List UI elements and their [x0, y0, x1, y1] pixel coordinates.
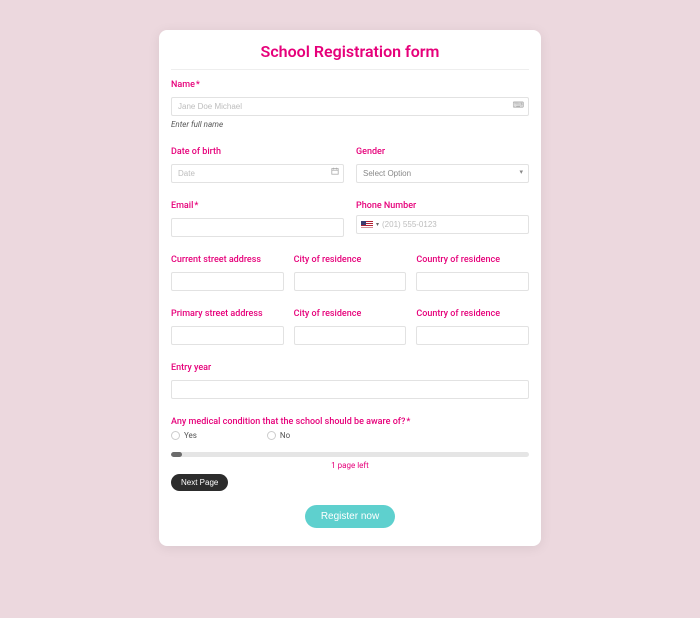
field-current-street: Current street address: [171, 255, 284, 291]
field-current-country: Country of residence: [416, 255, 529, 291]
current-city-label: City of residence: [294, 255, 407, 265]
email-label: Email*: [171, 201, 344, 211]
primary-country-input[interactable]: [416, 326, 529, 345]
primary-city-input[interactable]: [294, 326, 407, 345]
next-page-button[interactable]: Next Page: [171, 474, 228, 491]
dob-label: Date of birth: [171, 147, 344, 157]
field-primary-city: City of residence: [294, 309, 407, 345]
field-primary-street: Primary street address: [171, 309, 284, 345]
entry-year-input[interactable]: [171, 380, 529, 399]
field-current-city: City of residence: [294, 255, 407, 291]
required-marker: *: [406, 417, 410, 427]
current-country-input[interactable]: [416, 272, 529, 291]
field-phone: Phone Number ▾: [356, 201, 529, 237]
radio-yes-label: Yes: [184, 431, 197, 440]
radio-circle-icon: [171, 431, 180, 440]
medical-label-text: Any medical condition that the school sh…: [171, 417, 405, 427]
flag-us-icon[interactable]: [361, 221, 373, 229]
primary-street-label: Primary street address: [171, 309, 284, 319]
field-medical: Any medical condition that the school sh…: [171, 417, 529, 440]
current-street-label: Current street address: [171, 255, 284, 265]
current-country-label: Country of residence: [416, 255, 529, 265]
required-marker: *: [196, 80, 200, 90]
current-street-input[interactable]: [171, 272, 284, 291]
gender-label: Gender: [356, 147, 529, 157]
phone-label: Phone Number: [356, 201, 529, 211]
radio-yes[interactable]: Yes: [171, 431, 197, 440]
field-gender: Gender ▾: [356, 147, 529, 183]
progress-bar: [171, 452, 529, 457]
name-label-text: Name: [171, 80, 195, 90]
email-label-text: Email: [171, 201, 193, 211]
entry-year-label: Entry year: [171, 363, 529, 373]
dob-input-wrap: [171, 161, 344, 183]
primary-street-input[interactable]: [171, 326, 284, 345]
name-input-wrap: ⌨: [171, 94, 529, 116]
name-label: Name*: [171, 80, 529, 90]
primary-city-label: City of residence: [294, 309, 407, 319]
row-dob-gender: Date of birth Gender ▾: [171, 147, 529, 183]
email-input[interactable]: [171, 218, 344, 237]
field-entry-year: Entry year: [171, 363, 529, 399]
field-email: Email*: [171, 201, 344, 237]
progress-fill: [171, 452, 182, 457]
radio-circle-icon: [267, 431, 276, 440]
medical-label: Any medical condition that the school sh…: [171, 417, 529, 427]
row-email-phone: Email* Phone Number ▾: [171, 201, 529, 237]
required-marker: *: [194, 201, 198, 211]
primary-country-label: Country of residence: [416, 309, 529, 319]
register-button[interactable]: Register now: [305, 505, 395, 528]
phone-input-wrap: ▾: [356, 215, 529, 234]
pages-left-text: 1 page left: [171, 461, 529, 470]
field-primary-country: Country of residence: [416, 309, 529, 345]
dob-input[interactable]: [171, 164, 344, 183]
row-primary-address: Primary street address City of residence…: [171, 309, 529, 345]
radio-no[interactable]: No: [267, 431, 290, 440]
gender-select[interactable]: [356, 164, 529, 183]
name-input[interactable]: [171, 97, 529, 116]
form-card: School Registration form Name* ⌨ Enter f…: [159, 30, 541, 546]
row-current-address: Current street address City of residence…: [171, 255, 529, 291]
phone-input[interactable]: [382, 220, 524, 229]
medical-radio-group: Yes No: [171, 431, 529, 440]
current-city-input[interactable]: [294, 272, 407, 291]
flag-caret-icon[interactable]: ▾: [376, 221, 379, 228]
radio-no-label: No: [280, 431, 290, 440]
form-title: School Registration form: [171, 42, 529, 70]
field-name: Name* ⌨ Enter full name: [171, 80, 529, 129]
name-helper: Enter full name: [171, 120, 529, 129]
field-dob: Date of birth: [171, 147, 344, 183]
gender-select-wrap[interactable]: ▾: [356, 161, 529, 183]
